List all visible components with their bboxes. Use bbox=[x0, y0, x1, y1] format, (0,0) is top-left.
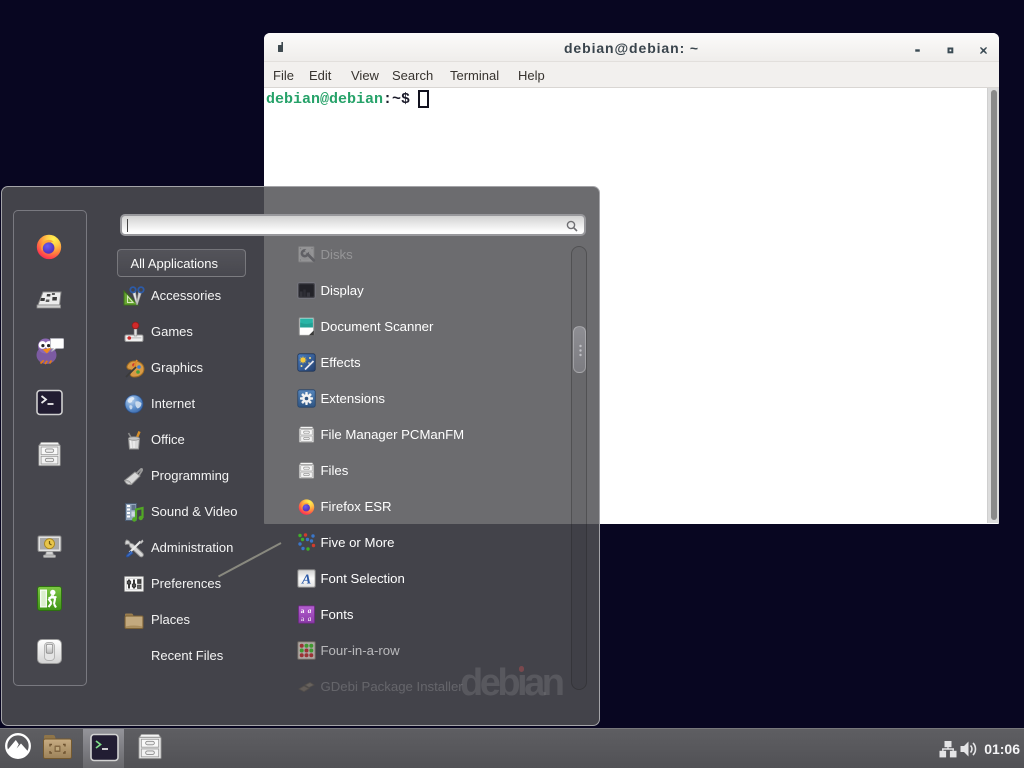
svg-text:a: a bbox=[307, 615, 311, 623]
svg-text:a: a bbox=[307, 607, 311, 615]
svg-text:A: A bbox=[300, 573, 310, 588]
svg-text:a: a bbox=[300, 606, 304, 615]
